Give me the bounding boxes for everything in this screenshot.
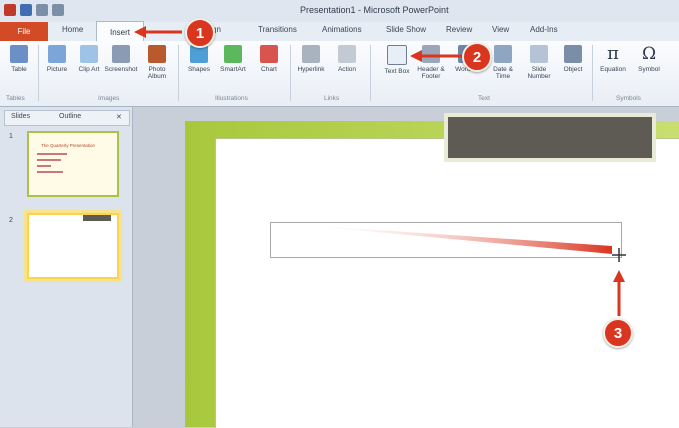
drag-arrow (290, 224, 612, 254)
callout-2-arrowhead (410, 50, 422, 62)
callout-1-arrowhead (134, 26, 146, 38)
callout-2: 2 (462, 42, 492, 72)
callout-3: 3 (603, 318, 633, 348)
callout-3-arrowhead (613, 270, 625, 282)
annotation-overlay (134, 26, 626, 316)
crosshair-cursor-icon (612, 248, 626, 262)
callout-1: 1 (185, 18, 215, 48)
